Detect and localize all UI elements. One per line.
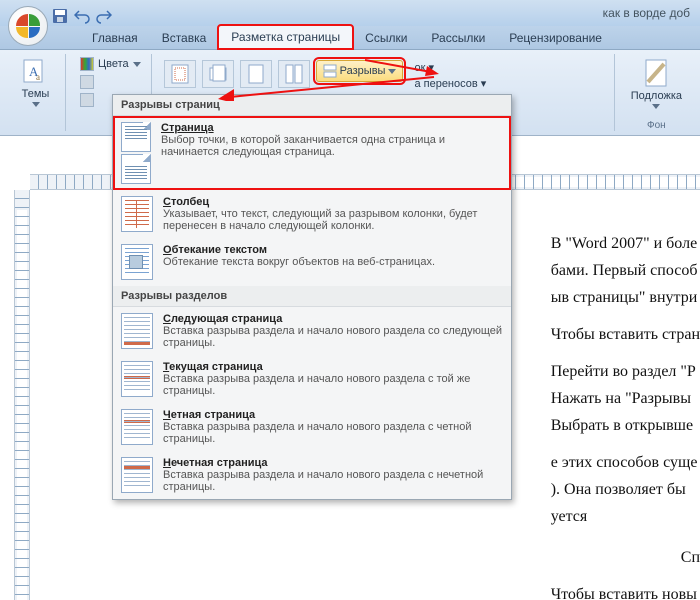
colors-button[interactable]: Цвета [78, 56, 143, 72]
tab-review[interactable]: Рецензирование [497, 27, 614, 49]
break-next-page-desc: Вставка разрыва раздела и начало нового … [163, 325, 503, 349]
breaks-button[interactable]: Разрывы [316, 60, 404, 82]
save-icon[interactable] [52, 8, 68, 24]
continuous-section-icon [121, 361, 153, 397]
break-continuous-desc: Вставка разрыва раздела и начало нового … [163, 373, 503, 397]
watermark-icon [642, 58, 670, 88]
break-odd-page-title: ННечетная страницаечетная страница [163, 457, 503, 469]
svg-text:a: a [36, 72, 40, 82]
break-page-item[interactable]: Страница Выбор точки, в которой заканчив… [113, 116, 511, 190]
break-column-title: ССтолбецтолбец [163, 196, 503, 208]
group-background-label: Фон [619, 120, 694, 131]
document-text: В "Word 2007" и боле бами. Первый способ… [551, 230, 700, 600]
odd-page-section-icon [121, 457, 153, 493]
breaks-icon [323, 64, 337, 78]
quick-access-toolbar [52, 6, 112, 26]
next-page-section-icon [121, 313, 153, 349]
break-even-page-title: ЧЧетная страницаетная страница [163, 409, 503, 421]
themes-button[interactable]: Aa Темы [18, 56, 54, 109]
line-numbers-button[interactable]: ок ▾ [413, 60, 487, 75]
word-window: как в ворде доб Главная Вставка Разметка… [0, 0, 700, 600]
breaks-label: Разрывы [340, 65, 386, 77]
break-even-page-item[interactable]: ЧЧетная страницаетная страница Вставка р… [113, 403, 511, 451]
line-numbers-hyphenation: ок ▾ а переносов ▾ [413, 60, 487, 91]
tab-mailings[interactable]: Рассылки [419, 27, 497, 49]
page-breaks-header: Разрывы страниц [113, 95, 511, 116]
chevron-down-icon [388, 69, 396, 74]
columns-button[interactable] [278, 60, 310, 88]
break-odd-page-item[interactable]: ННечетная страницаечетная страница Встав… [113, 451, 511, 499]
redo-icon[interactable] [96, 8, 112, 24]
break-textwrap-item[interactable]: ООбтекание текстомбтекание текстом Обтек… [113, 238, 511, 286]
text-wrap-break-icon [121, 244, 153, 280]
break-odd-page-desc: Вставка разрыва раздела и начало нового … [163, 469, 503, 493]
themes-label: Темы [22, 88, 50, 100]
tab-page-layout[interactable]: Разметка страницы [218, 25, 353, 49]
margins-button[interactable] [164, 60, 196, 88]
office-logo-icon [16, 14, 40, 38]
breaks-dropdown: Разрывы страниц Страница Выбор точки, в … [112, 94, 512, 500]
watermark-button[interactable]: Подложка [627, 56, 686, 111]
ribbon-tabs: Главная Вставка Разметка страницы Ссылки… [0, 26, 700, 50]
page-break-icon [121, 122, 151, 184]
group-background: Подложка Фон [619, 54, 694, 131]
themes-icon: Aa [22, 58, 50, 86]
break-textwrap-title: ООбтекание текстомбтекание текстом [163, 244, 435, 256]
tab-home[interactable]: Главная [80, 27, 150, 49]
break-textwrap-desc: Обтекание текста вокруг объектов на веб-… [163, 256, 435, 268]
vertical-ruler[interactable] [14, 190, 30, 600]
break-next-page-item[interactable]: ССледующая страницаледующая страница Вст… [113, 307, 511, 355]
size-button[interactable] [240, 60, 272, 88]
watermark-label: Подложка [631, 90, 682, 102]
break-continuous-item[interactable]: ТТекущая страницаекущая страница Вставка… [113, 355, 511, 403]
even-page-section-icon [121, 409, 153, 445]
tab-insert[interactable]: Вставка [150, 27, 219, 49]
window-title: как в ворде доб [603, 6, 690, 20]
break-continuous-title: ТТекущая страницаекущая страница [163, 361, 503, 373]
section-breaks-header: Разрывы разделов [113, 286, 511, 307]
break-column-desc: Указывает, что текст, следующий за разры… [163, 208, 503, 232]
chevron-down-icon [652, 104, 660, 109]
group-themes: Aa Темы [6, 54, 66, 131]
hyphenation-button[interactable]: а переносов ▾ [413, 76, 487, 91]
chevron-down-icon [32, 102, 40, 107]
undo-icon[interactable] [74, 8, 90, 24]
break-page-desc: Выбор точки, в которой заканчивается одн… [161, 134, 503, 158]
office-button[interactable] [8, 6, 48, 46]
break-page-title: Страница [161, 122, 503, 134]
break-even-page-desc: Вставка разрыва раздела и начало нового … [163, 421, 503, 445]
break-column-item[interactable]: ССтолбецтолбец Указывает, что текст, сле… [113, 190, 511, 238]
column-break-icon [121, 196, 153, 232]
fonts-button[interactable] [78, 74, 143, 90]
tab-references[interactable]: Ссылки [353, 27, 419, 49]
orientation-button[interactable] [202, 60, 234, 88]
break-next-page-title: ССледующая страницаледующая страница [163, 313, 503, 325]
